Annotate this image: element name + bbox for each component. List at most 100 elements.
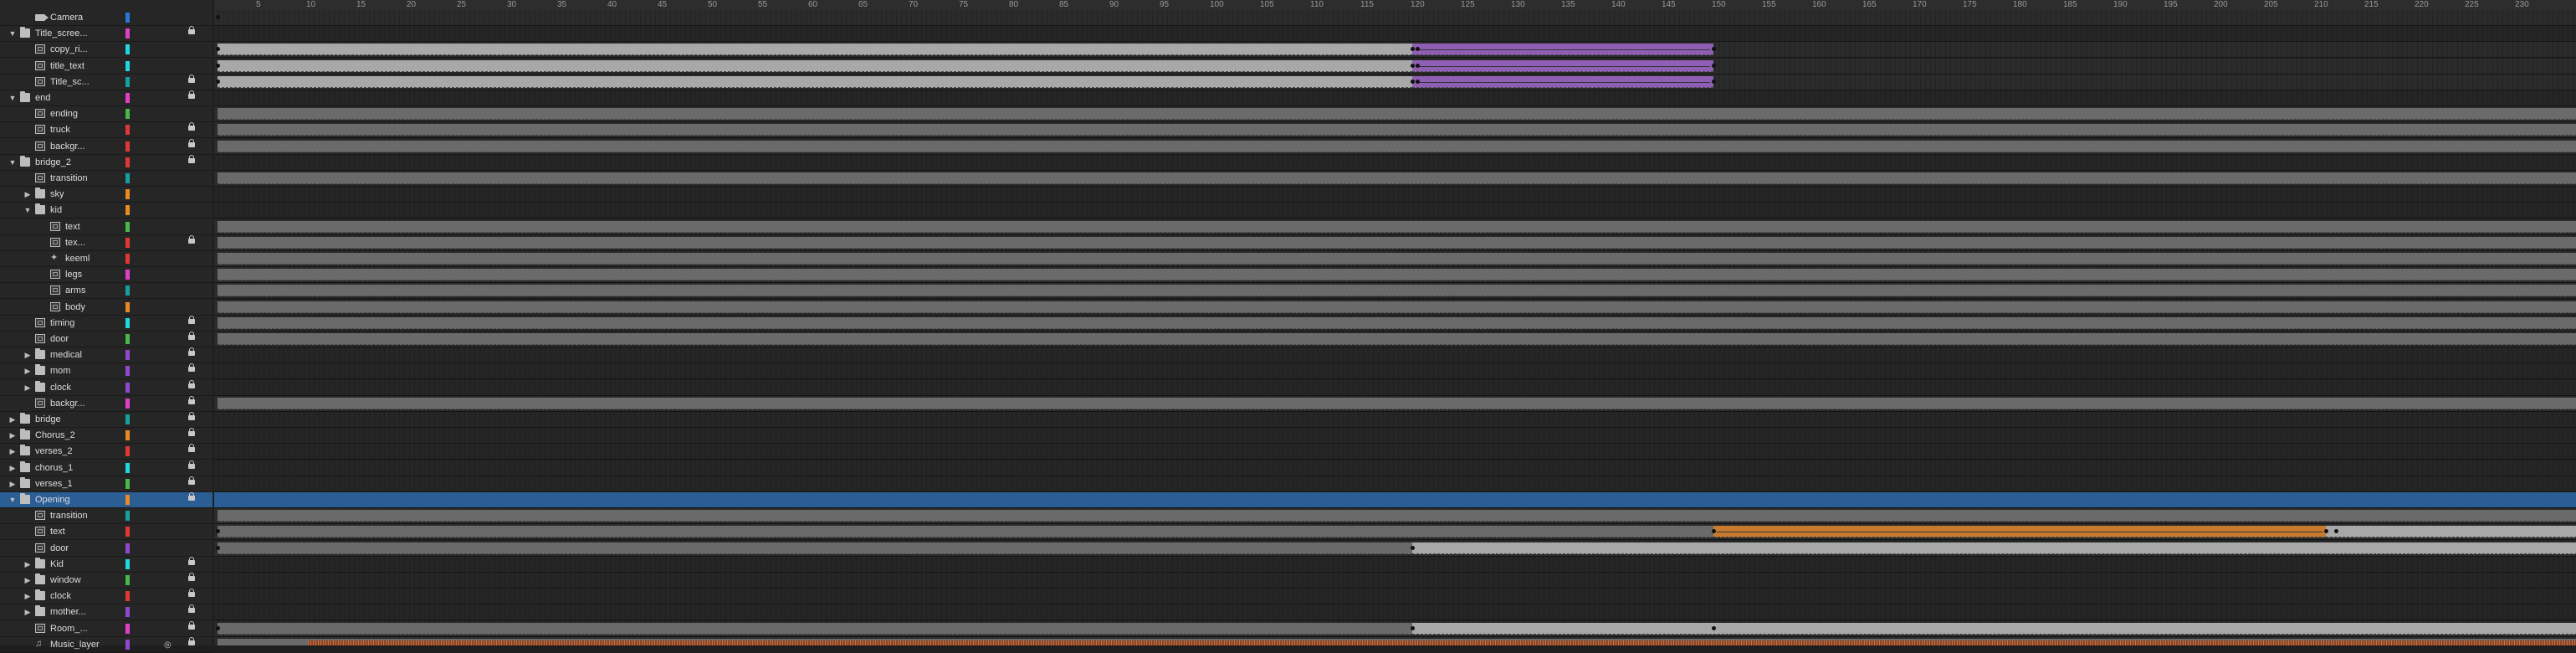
lock-icon[interactable] [188,122,195,131]
timeline-track[interactable] [214,412,2576,428]
timeline-track[interactable] [214,234,2576,251]
layer-color-swatch[interactable] [125,285,130,296]
layer-color-swatch[interactable] [125,398,130,409]
layer-color-swatch[interactable] [125,270,130,280]
exposure-span[interactable] [218,269,2576,281]
layer-color-swatch[interactable] [125,13,130,23]
timeline-track[interactable] [214,556,2576,573]
lock-icon[interactable] [188,315,195,324]
audio-waveform[interactable] [308,640,2576,645]
layer-color-swatch[interactable] [125,366,130,377]
lock-icon[interactable] [188,636,195,645]
layer-row[interactable]: ▶ medical [0,347,213,364]
keyframe-marker[interactable] [216,79,220,84]
exposure-span[interactable] [218,124,2576,136]
lock-icon[interactable] [188,476,195,485]
lock-icon[interactable] [188,90,195,99]
exposure-span[interactable] [218,75,1412,88]
layer-color-swatch[interactable] [125,109,130,120]
layer-color-swatch[interactable] [125,125,130,136]
layer-color-swatch[interactable] [125,334,130,344]
layer-color-swatch[interactable] [125,462,130,473]
layer-row[interactable]: ▶ verses_1 [0,476,213,492]
layer-row[interactable]: ✦ keeml [0,251,213,267]
exposure-span[interactable] [218,108,2576,121]
layer-color-swatch[interactable] [125,205,130,216]
layer-row[interactable]: backgr... [0,138,213,155]
layer-row[interactable]: ▶ bridge [0,412,213,428]
layer-row[interactable]: copy_ri... [0,42,213,59]
timeline-track[interactable] [214,26,2576,43]
timeline-track[interactable] [214,428,2576,445]
timeline-track[interactable] [214,299,2576,316]
expand-arrow-icon[interactable]: ▶ [23,367,32,375]
layer-color-swatch[interactable] [125,317,130,328]
keyframe-marker[interactable] [1411,545,1415,550]
layer-color-swatch[interactable] [125,478,130,489]
layer-row[interactable]: text [0,524,213,541]
layer-row[interactable]: ▶ mother... [0,604,213,621]
layer-color-swatch[interactable] [125,639,130,650]
keyframe-marker[interactable] [216,625,220,630]
layer-row[interactable]: ▶ sky [0,187,213,203]
layer-color-swatch[interactable] [125,382,130,393]
layer-row[interactable]: arms [0,283,213,300]
exposure-span[interactable] [218,44,1412,56]
expand-arrow-icon[interactable]: ▶ [8,431,17,440]
layer-row[interactable]: ▶ Chorus_2 [0,428,213,445]
timeline-track[interactable] [214,573,2576,589]
expand-arrow-icon[interactable]: ▶ [8,480,17,488]
timeline-track[interactable] [214,524,2576,541]
layer-color-swatch[interactable] [125,76,130,87]
layer-row[interactable]: ▶ Kid [0,556,213,573]
exposure-span[interactable] [218,236,2576,249]
layer-color-swatch[interactable] [125,350,130,361]
timeline-track[interactable] [214,154,2576,171]
timeline-track[interactable] [214,540,2576,557]
keyframe-marker[interactable] [1411,63,1415,68]
keyframe-marker[interactable] [216,15,220,19]
layer-color-swatch[interactable] [125,575,130,585]
lock-icon[interactable] [188,332,195,340]
layer-row[interactable]: ▼ end [0,90,213,106]
layer-row[interactable]: ♫ Music_layer ◎ [0,636,213,653]
timeline-track[interactable] [214,171,2576,187]
keyframe-marker[interactable] [1712,63,1716,68]
lock-icon[interactable] [188,620,195,630]
expand-arrow-icon[interactable]: ▶ [23,560,32,568]
layer-row[interactable]: ▶ mom [0,363,213,380]
layer-color-swatch[interactable] [125,60,130,71]
timeline-track[interactable] [214,203,2576,219]
layer-color-swatch[interactable] [125,495,130,505]
expand-arrow-icon[interactable]: ▶ [8,415,17,424]
layer-row[interactable]: ▼ Title_scree... [0,26,213,43]
layer-color-swatch[interactable] [125,511,130,522]
lock-icon[interactable] [188,589,195,598]
collapse-arrow-icon[interactable]: ▼ [8,158,17,167]
exposure-span[interactable] [1412,542,2576,554]
layer-color-swatch[interactable] [125,237,130,248]
layer-row[interactable]: Camera [0,10,213,26]
layer-color-swatch[interactable] [125,591,130,602]
layer-color-swatch[interactable] [125,430,130,441]
keyframe-marker[interactable] [1411,625,1415,630]
exposure-span[interactable] [2326,526,2576,538]
layer-row[interactable]: Title_sc... [0,74,213,90]
exposure-span[interactable] [218,542,1412,554]
exposure-span[interactable] [218,316,2576,329]
exposure-span[interactable] [218,140,2576,152]
timeline-track[interactable] [214,138,2576,155]
exposure-span[interactable] [218,59,1412,72]
exposure-span[interactable] [218,220,2576,233]
layer-row[interactable]: legs [0,267,213,284]
lock-icon[interactable] [188,492,195,501]
layer-row[interactable]: backgr... [0,395,213,412]
expand-arrow-icon[interactable]: ▶ [23,576,32,584]
layer-color-swatch[interactable] [125,173,130,183]
timeline-track[interactable] [214,508,2576,525]
keyframe-marker[interactable] [216,545,220,550]
layer-row[interactable]: tex... [0,234,213,251]
timeline-track[interactable] [214,283,2576,300]
timeline-track[interactable] [214,395,2576,412]
layer-row[interactable]: timing [0,315,213,332]
